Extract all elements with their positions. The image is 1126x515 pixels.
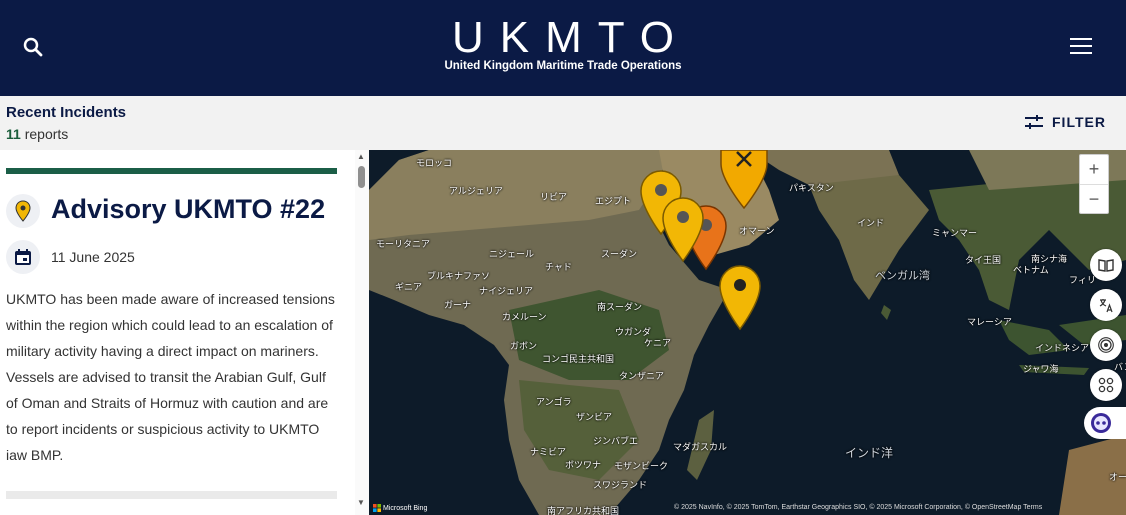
place-label: チャド <box>545 263 572 273</box>
reader-button[interactable] <box>1090 249 1122 281</box>
apps-button[interactable] <box>1090 369 1122 401</box>
report-count: 11 reports <box>6 126 68 142</box>
apps-grid-icon <box>1098 377 1114 393</box>
calendar-badge <box>6 240 40 274</box>
translate-button[interactable] <box>1090 289 1122 321</box>
report-count-number: 11 <box>6 126 21 142</box>
place-label: ギニア <box>395 283 423 293</box>
place-label: インド洋 <box>845 446 894 460</box>
report-count-suffix: reports <box>24 126 69 142</box>
filter-button[interactable]: FILTER <box>1024 114 1106 130</box>
panel-scrollbar[interactable]: ▲ ▼ <box>355 150 369 515</box>
place-label: スワジランド <box>593 481 648 491</box>
copilot-icon <box>1091 413 1111 433</box>
advisory-accent-bar <box>6 168 337 174</box>
next-incident-placeholder <box>6 491 337 499</box>
place-label: アルジェリア <box>449 187 503 197</box>
place-label: オマーン <box>739 227 775 237</box>
place-label: オー <box>1109 473 1126 483</box>
calendar-icon <box>15 249 31 265</box>
scroll-up-arrow-icon[interactable]: ▲ <box>357 152 365 161</box>
microsoft-logo-icon <box>373 504 381 512</box>
place-label: マレーシア <box>967 318 1012 328</box>
place-label: スーダン <box>601 250 638 260</box>
translate-icon <box>1099 299 1113 313</box>
advisory-body: UKMTO has been made aware of increased t… <box>6 291 335 463</box>
incident-marker[interactable] <box>661 197 705 263</box>
place-label: ベンガル湾 <box>875 269 930 282</box>
sliders-icon <box>1025 115 1043 129</box>
place-label: ニジェール <box>489 250 535 260</box>
place-label: インドネシア <box>1035 344 1090 354</box>
place-label: モーリタニア <box>376 240 431 250</box>
place-label: ジンバブエ <box>593 437 639 447</box>
bing-label: Microsoft Bing <box>383 504 428 512</box>
place-label: インド <box>857 219 885 229</box>
zoom-controls: + − <box>1079 154 1109 214</box>
place-label: ガボン <box>510 342 538 352</box>
place-label: モザンビーク <box>614 462 669 472</box>
broadcast-button[interactable] <box>1090 329 1122 361</box>
place-label: 南スーダン <box>597 303 643 313</box>
bing-logo: Microsoft Bing <box>373 504 427 512</box>
advisory-title[interactable]: Advisory UKMTO #22 <box>51 194 325 225</box>
place-label: ジャワ海 <box>1023 365 1059 375</box>
incident-marker-selected[interactable] <box>717 150 771 210</box>
place-label: タイ王国 <box>965 256 1002 266</box>
place-label: ケニア <box>644 339 672 349</box>
place-label: 南シナ海 <box>1031 255 1068 265</box>
logo-subtitle: United Kingdom Maritime Trade Operations <box>444 60 682 72</box>
scroll-thumb[interactable] <box>358 166 365 188</box>
place-label: 南アフリカ共和国 <box>547 507 620 515</box>
place-label: ナミビア <box>530 448 567 458</box>
place-label: フィリ <box>1069 276 1096 286</box>
place-label: マダガスカル <box>673 443 728 453</box>
place-label: コンゴ民主共和国 <box>542 355 615 365</box>
scroll-down-arrow-icon[interactable]: ▼ <box>357 498 365 507</box>
place-label: タンザニア <box>619 372 665 382</box>
site-header: UKMTO United Kingdom Maritime Trade Oper… <box>0 0 1126 96</box>
place-label: ボツワナ <box>565 461 602 471</box>
broadcast-icon <box>1098 337 1114 353</box>
location-pin-badge <box>6 194 40 228</box>
logo-title: UKMTO <box>451 13 691 62</box>
place-label: アンゴラ <box>536 398 572 408</box>
ukmto-logo[interactable]: UKMTO United Kingdom Maritime Trade Oper… <box>0 13 1126 73</box>
incident-map[interactable]: モロッコ アルジェリア リビア エジプト パキスタン インド ミャンマー モーリ… <box>369 150 1126 515</box>
place-label: ミャンマー <box>932 229 978 239</box>
place-label: ブルキナファソ <box>427 272 491 282</box>
filter-label: FILTER <box>1052 114 1106 130</box>
book-icon <box>1098 259 1114 272</box>
place-label: ガーナ <box>444 301 472 311</box>
place-label: ザンビア <box>576 413 613 423</box>
incident-marker[interactable] <box>718 265 762 331</box>
place-label: パキスタン <box>789 184 834 194</box>
place-label: モロッコ <box>416 159 453 169</box>
place-label: カメルーン <box>502 313 547 323</box>
copilot-button[interactable] <box>1084 407 1126 439</box>
incidents-toolbar: Recent Incidents 11 reports FILTER <box>0 96 1126 150</box>
zoom-in-button[interactable]: + <box>1080 155 1108 185</box>
place-label: バンダ <box>1114 363 1126 373</box>
place-label: リビア <box>540 193 568 203</box>
incident-list-panel: Advisory UKMTO #22 11 June 2025 UKMTO ha… <box>0 150 355 515</box>
advisory-date: 11 June 2025 <box>51 249 135 265</box>
zoom-out-button[interactable]: − <box>1080 185 1108 214</box>
place-label: ナイジェリア <box>479 287 534 297</box>
map-attribution[interactable]: © 2025 NavInfo, © 2025 TomTom, Earthstar… <box>674 504 1042 511</box>
location-pin-icon <box>15 200 31 222</box>
place-label: エジプト <box>595 197 632 207</box>
hamburger-menu-icon[interactable] <box>1070 38 1092 56</box>
recent-incidents-title: Recent Incidents <box>6 104 127 121</box>
